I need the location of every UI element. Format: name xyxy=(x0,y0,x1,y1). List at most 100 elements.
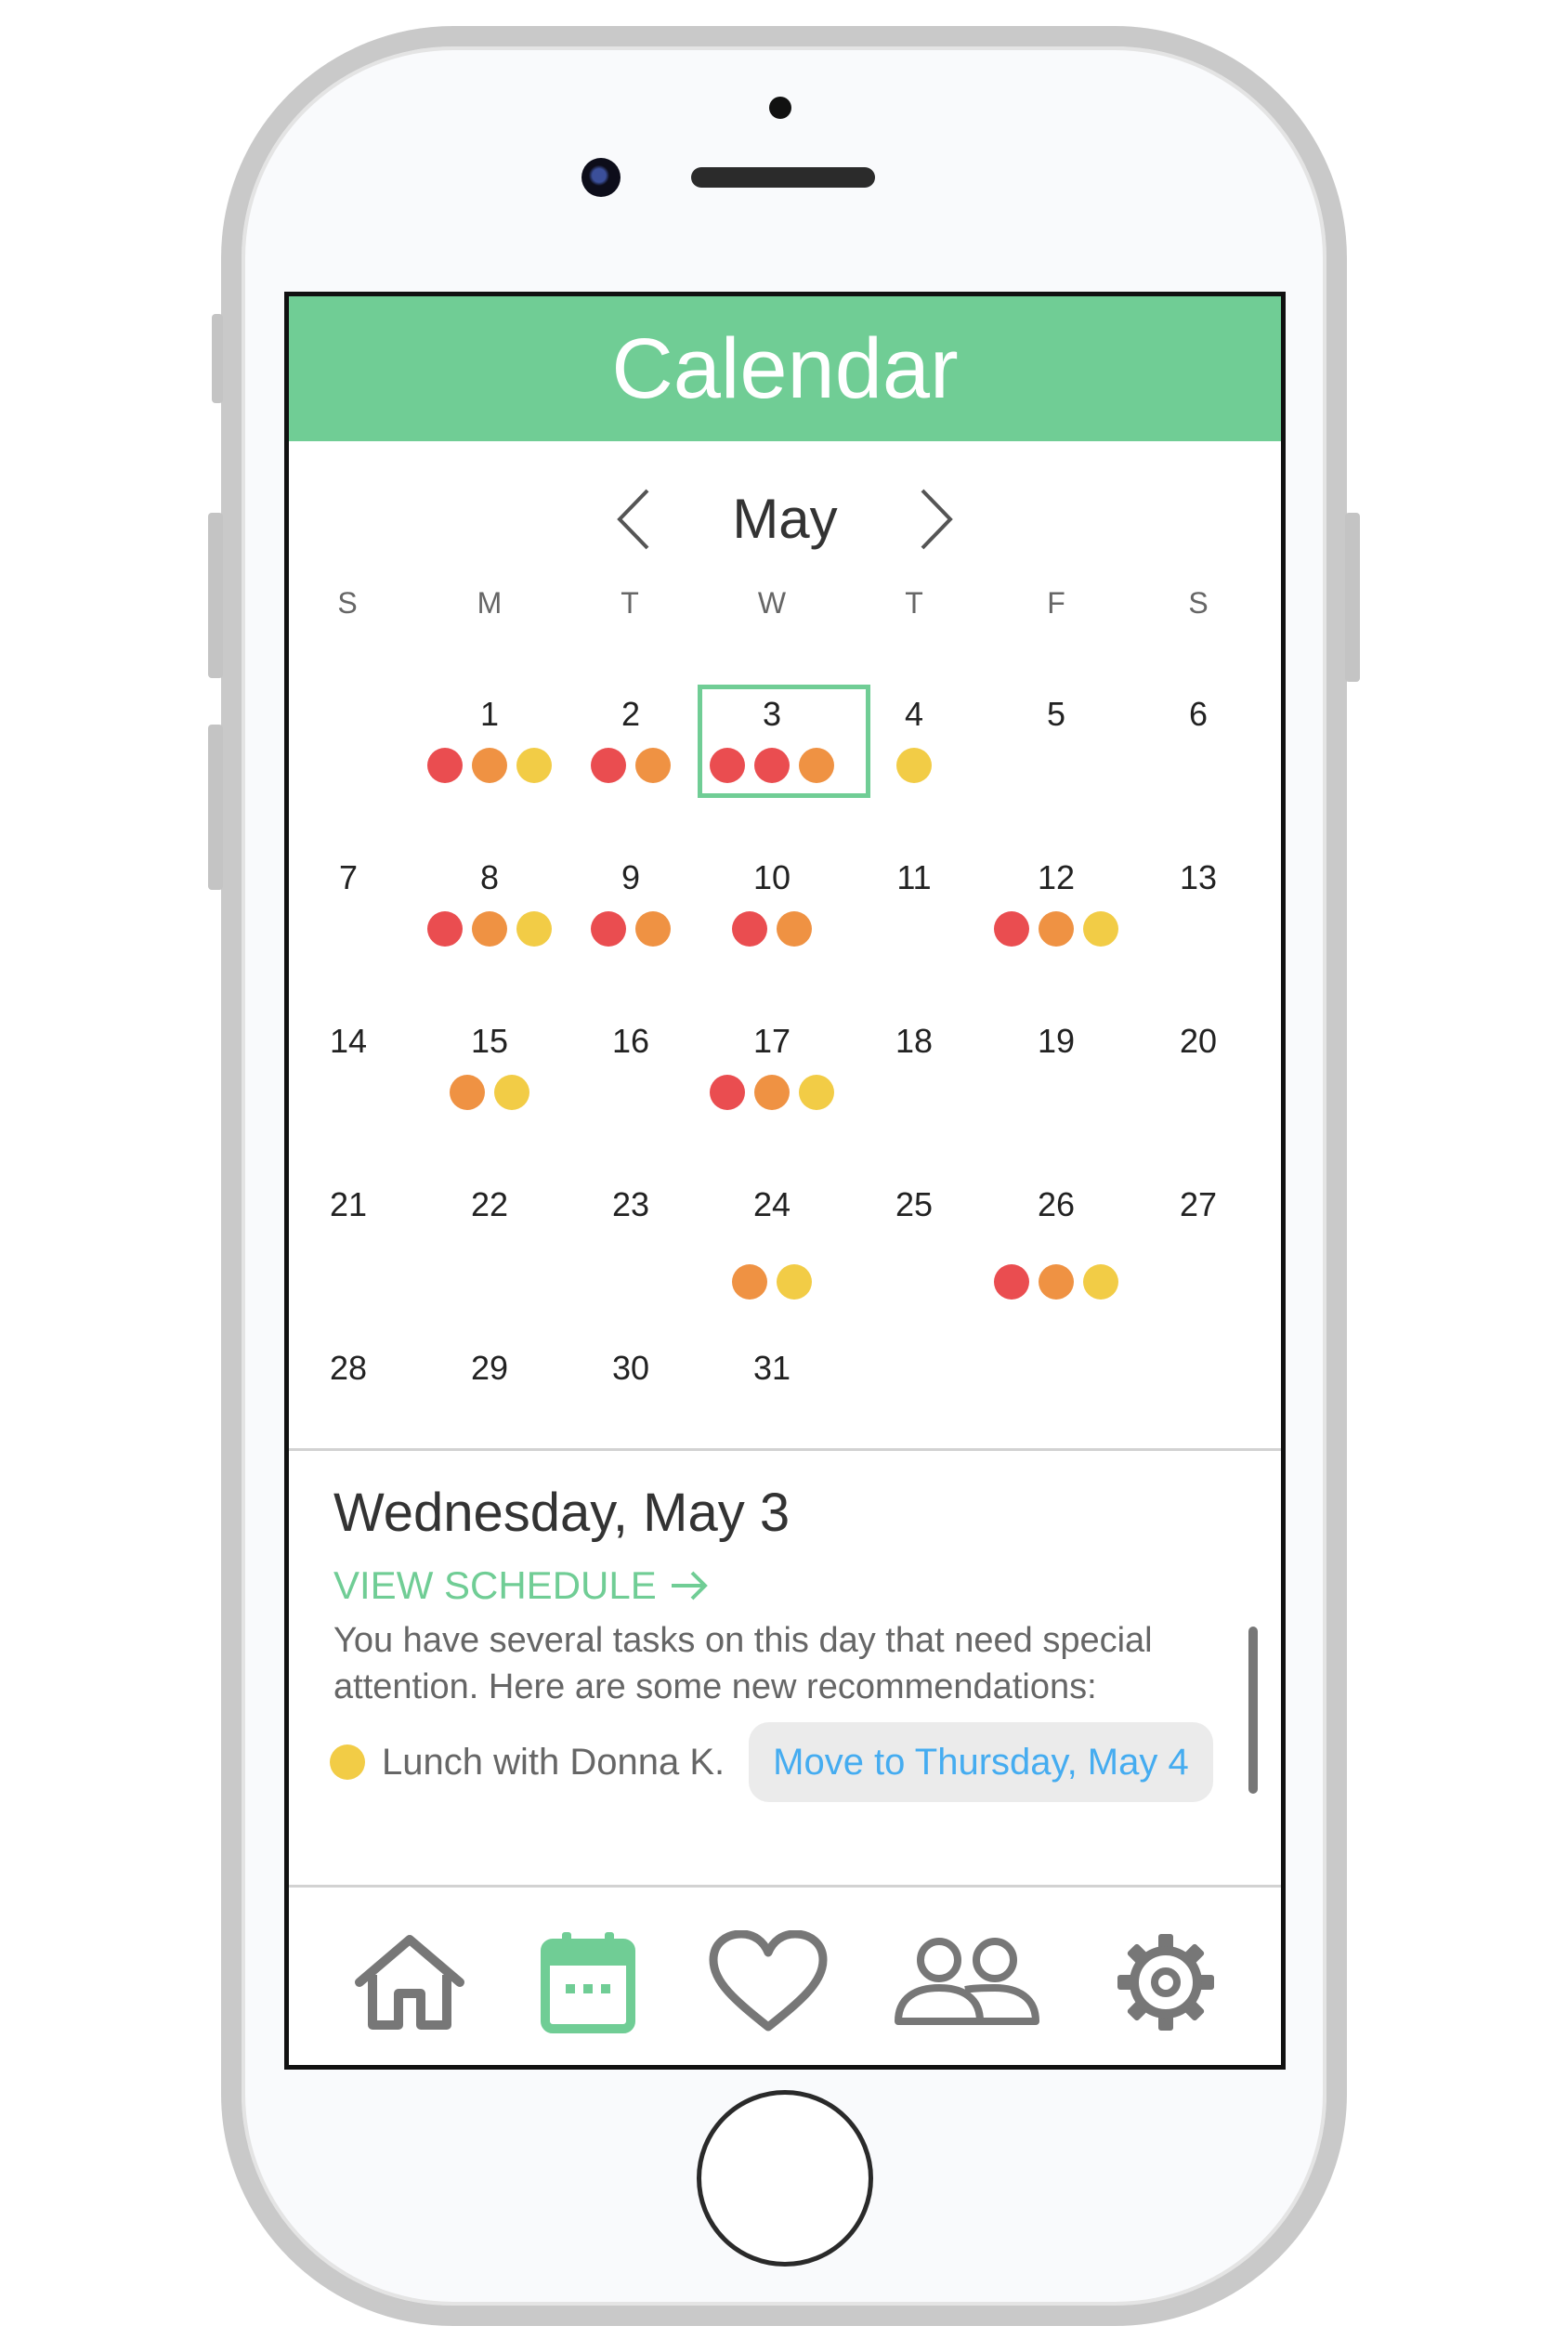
weekday-fri: F xyxy=(1047,586,1065,620)
day-cell[interactable]: 18 xyxy=(843,1013,985,1153)
nav-divider xyxy=(289,1885,1281,1888)
event-dots xyxy=(701,748,843,783)
event-dot-yellow xyxy=(516,748,552,783)
event-dot-red xyxy=(994,1264,1029,1300)
day-cell[interactable]: 14 xyxy=(289,1013,419,1153)
day-cell[interactable]: 12 xyxy=(986,850,1127,989)
event-dot-yellow xyxy=(1083,911,1118,947)
front-camera xyxy=(581,158,621,197)
home-button[interactable] xyxy=(697,2090,873,2267)
day-cell[interactable]: 23 xyxy=(560,1177,701,1316)
day-cell[interactable]: 19 xyxy=(986,1013,1127,1153)
day-number: 1 xyxy=(479,695,500,733)
day-cell[interactable]: 20 xyxy=(1128,1013,1269,1153)
task-priority-dot xyxy=(330,1744,365,1780)
event-dots xyxy=(419,911,560,947)
day-cell[interactable]: 17 xyxy=(701,1013,843,1153)
day-number: 25 xyxy=(895,1185,934,1223)
day-number: 5 xyxy=(1046,695,1066,733)
day-number: 6 xyxy=(1188,695,1209,733)
day-cell[interactable]: 11 xyxy=(843,850,985,989)
settings-icon xyxy=(1117,1934,1214,2031)
day-number: 31 xyxy=(752,1349,791,1387)
message-line: attention. Here are some new recommendat… xyxy=(333,1667,1097,1706)
event-dot-red xyxy=(427,911,463,947)
day-cell[interactable]: 3 xyxy=(701,686,843,826)
app-screen: Calendar May S M T W T F S 1 2 3 4 5 6 7… xyxy=(284,292,1286,2070)
volume-down-button xyxy=(208,725,223,890)
day-cell[interactable]: 26 xyxy=(986,1177,1127,1316)
nav-contacts[interactable] xyxy=(883,1903,1051,2061)
home-icon xyxy=(355,1935,464,2030)
day-cell[interactable]: 16 xyxy=(560,1013,701,1153)
day-cell[interactable]: 2 xyxy=(560,686,701,826)
earpiece-speaker xyxy=(691,167,875,188)
day-cell[interactable]: 6 xyxy=(1128,686,1269,826)
event-dots xyxy=(419,1075,560,1110)
day-number: 21 xyxy=(329,1185,368,1223)
nav-calendar[interactable] xyxy=(523,1903,653,2061)
day-number: 19 xyxy=(1037,1022,1076,1060)
header-bar: Calendar xyxy=(289,296,1281,441)
event-dot-orange xyxy=(777,911,812,947)
event-dot-orange xyxy=(472,748,507,783)
next-month-button[interactable] xyxy=(900,478,974,560)
weekday-wed: W xyxy=(757,586,787,620)
day-number: 18 xyxy=(895,1022,934,1060)
day-number: 9 xyxy=(621,858,641,896)
day-cell[interactable]: 21 xyxy=(289,1177,419,1316)
day-cell[interactable]: 13 xyxy=(1128,850,1269,989)
event-dot-orange xyxy=(754,1075,790,1110)
event-dots xyxy=(701,911,843,947)
day-cell[interactable]: 29 xyxy=(419,1340,560,1424)
day-cell[interactable]: 31 xyxy=(701,1340,843,1424)
day-cell[interactable]: 25 xyxy=(843,1177,985,1316)
day-number: 26 xyxy=(1037,1185,1076,1223)
day-cell[interactable]: 22 xyxy=(419,1177,560,1316)
people-icon xyxy=(895,1938,1039,2025)
day-number: 29 xyxy=(470,1349,509,1387)
day-number: 14 xyxy=(329,1022,368,1060)
nav-home[interactable] xyxy=(345,1903,475,2061)
power-button xyxy=(1345,513,1360,682)
day-cell[interactable]: 7 xyxy=(289,850,419,989)
event-dot-red xyxy=(427,748,463,783)
chevron-right-icon xyxy=(921,489,953,550)
day-cell[interactable]: 30 xyxy=(560,1340,701,1424)
event-dots xyxy=(560,748,701,783)
event-dot-orange xyxy=(635,911,671,947)
event-dot-orange xyxy=(799,748,834,783)
day-cell[interactable]: 8 xyxy=(419,850,560,989)
selected-date-heading: Wednesday, May 3 xyxy=(333,1483,791,1543)
event-dot-red xyxy=(994,911,1029,947)
event-dot-yellow xyxy=(1083,1264,1118,1300)
day-number: 7 xyxy=(338,858,359,896)
day-cell[interactable]: 1 xyxy=(419,686,560,826)
event-dots xyxy=(419,748,560,783)
day-cell[interactable]: 10 xyxy=(701,850,843,989)
day-cell[interactable]: 27 xyxy=(1128,1177,1269,1316)
event-dot-orange xyxy=(450,1075,485,1110)
event-dot-red xyxy=(732,911,767,947)
nav-favorites[interactable] xyxy=(694,1903,843,2061)
event-dot-red xyxy=(710,748,745,783)
event-dots xyxy=(986,1264,1127,1300)
day-number: 27 xyxy=(1179,1185,1218,1223)
day-cell[interactable]: 5 xyxy=(986,686,1127,826)
day-cell[interactable]: 15 xyxy=(419,1013,560,1153)
page-title: Calendar xyxy=(611,321,959,416)
event-dots xyxy=(843,748,985,783)
day-number: 3 xyxy=(762,695,782,733)
day-number: 8 xyxy=(479,858,500,896)
weekday-sat: S xyxy=(1188,586,1209,620)
day-cell[interactable]: 28 xyxy=(289,1340,419,1424)
day-cell[interactable]: 4 xyxy=(843,686,985,826)
nav-settings[interactable] xyxy=(1101,1903,1231,2061)
view-schedule-link[interactable]: VIEW SCHEDULE xyxy=(333,1558,742,1614)
day-number: 15 xyxy=(470,1022,509,1060)
heart-icon xyxy=(709,1930,828,2032)
day-cell[interactable]: 9 xyxy=(560,850,701,989)
day-number: 30 xyxy=(611,1349,650,1387)
move-task-button[interactable]: Move to Thursday, May 4 xyxy=(749,1722,1213,1802)
day-cell[interactable]: 24 xyxy=(701,1177,843,1316)
